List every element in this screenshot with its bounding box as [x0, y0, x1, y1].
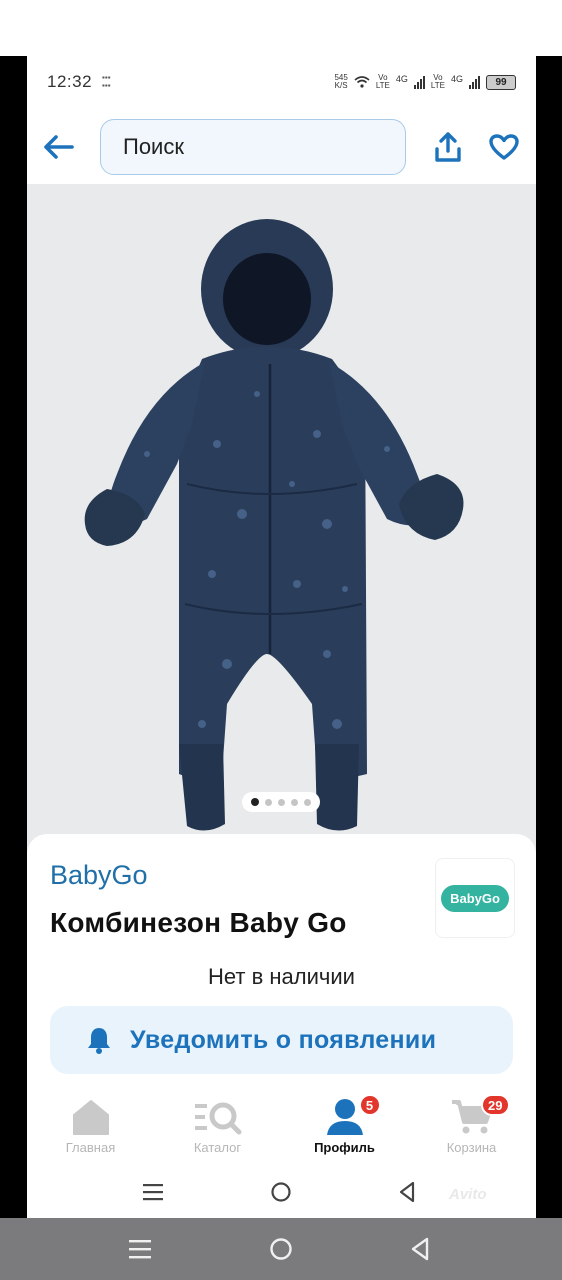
profile-icon-wrap: 5 [325, 1094, 381, 1138]
back-button[interactable] [39, 128, 77, 166]
catalog-icon-wrap [193, 1096, 243, 1138]
circle-home-icon [271, 1182, 291, 1202]
brand-logo-text: BabyGo [441, 884, 509, 912]
outer-navigation-bar [0, 1218, 562, 1280]
triangle-back-icon [399, 1181, 415, 1203]
menu-lines-icon [143, 1184, 163, 1201]
nav-label: Каталог [193, 1140, 242, 1155]
product-gallery[interactable] [27, 184, 536, 886]
availability-status: Нет в наличии [208, 964, 355, 989]
net-speed: 545 K/S [334, 73, 348, 90]
outer-recent-apps-button[interactable] [124, 1233, 156, 1265]
product-title: Комбинезон Baby Go [50, 907, 347, 938]
catalog-search-icon [194, 1102, 241, 1135]
sim2-gen: 4G [450, 74, 463, 84]
search-input[interactable]: Поиск [100, 119, 406, 175]
sim1-volte: Vo LTE [375, 73, 390, 90]
pagination-dot [304, 798, 311, 806]
home-icon-wrap [71, 1096, 111, 1138]
signal-icon-2 [469, 75, 480, 89]
arrow-left-icon [44, 135, 74, 159]
outer-back-button[interactable] [404, 1233, 436, 1265]
app-header: Поиск [27, 114, 536, 182]
right-black-border [536, 56, 562, 1218]
notification-icon: ▪▪▪ ▪▪▪ [102, 73, 111, 90]
pagination-dot [265, 798, 272, 806]
status-right: 545 K/S Vo LTE 4G Vo LTE 4G 99 [334, 74, 516, 90]
pagination-dot [291, 798, 298, 806]
profile-badge: 5 [358, 1094, 381, 1116]
bottom-navigation: Главная Каталог 5 Профиль 29 Корзина [27, 1090, 536, 1166]
heart-icon [489, 134, 519, 160]
sim2-volte: Vo LTE [430, 73, 445, 90]
circle-home-icon [270, 1238, 292, 1260]
cart-badge: 29 [481, 1094, 510, 1116]
wifi-icon [354, 76, 370, 88]
sim1-gen: 4G [395, 74, 408, 84]
status-time: 12:32 [47, 72, 93, 91]
gallery-pagination [242, 792, 320, 812]
pagination-dot [251, 798, 259, 806]
status-bar: 12:32 ▪▪▪▪▪▪ 545 K/S Vo LTE 4G Vo LTE 4 [27, 56, 536, 108]
left-black-border [0, 56, 27, 1218]
avito-watermark: Avito [449, 1186, 487, 1203]
favorite-button[interactable] [483, 126, 525, 168]
recent-apps-button[interactable] [137, 1176, 169, 1208]
nav-item-cart[interactable]: 29 Корзина [408, 1090, 535, 1166]
brand-link[interactable]: BabyGo [50, 860, 148, 891]
cart-icon-wrap: 29 [450, 1094, 510, 1138]
pagination-dot [278, 798, 285, 806]
home-icon [72, 1100, 109, 1135]
triangle-back-icon [411, 1237, 429, 1261]
share-button[interactable] [427, 126, 469, 168]
notify-button-label: Уведомить о появлении [130, 1025, 437, 1054]
nav-item-home[interactable]: Главная [27, 1090, 154, 1166]
bell-icon [88, 1028, 110, 1054]
nav-label: Корзина [446, 1140, 497, 1155]
share-icon [435, 132, 461, 162]
product-image [84, 219, 464, 831]
home-button[interactable] [265, 1176, 297, 1208]
system-navigation-bar: Avito [27, 1166, 536, 1218]
outer-home-button[interactable] [265, 1233, 297, 1265]
nav-item-profile[interactable]: 5 Профиль [281, 1090, 408, 1166]
phone-screen: 12:32 ▪▪▪▪▪▪ 545 K/S Vo LTE 4G Vo LTE 4 [27, 56, 536, 1218]
battery-indicator: 99 [486, 74, 516, 90]
signal-icon-1 [413, 75, 425, 89]
nav-label: Профиль [314, 1140, 375, 1155]
search-placeholder: Поиск [123, 134, 184, 159]
menu-lines-icon [129, 1240, 151, 1259]
page-root: 12:32 ▪▪▪▪▪▪ 545 K/S Vo LTE 4G Vo LTE 4 [0, 0, 562, 1280]
nav-item-catalog[interactable]: Каталог [154, 1090, 281, 1166]
back-system-button[interactable] [391, 1176, 423, 1208]
nav-label: Главная [65, 1140, 116, 1155]
brand-logo[interactable]: BabyGo [435, 858, 515, 938]
notify-button[interactable]: Уведомить о появлении [50, 1006, 513, 1074]
